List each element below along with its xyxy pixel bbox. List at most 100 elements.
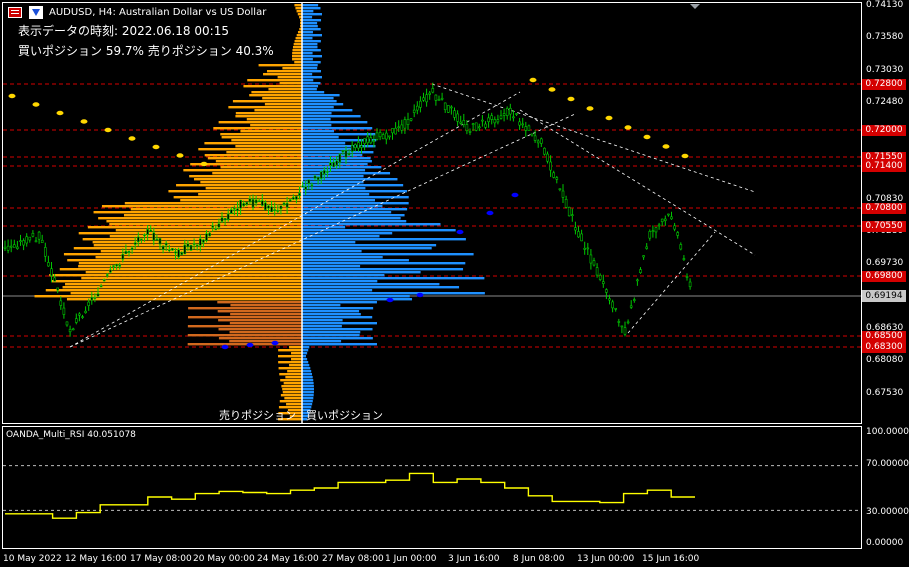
sell-profile-bar [279,82,302,85]
candle-body [471,123,475,126]
buy-profile-bar [302,229,456,232]
candle-body [521,123,525,126]
buy-profile-bar [302,121,368,124]
sell-profile-bar [194,178,302,181]
candle-body [121,254,125,260]
buy-profile-bar [302,166,382,169]
buy-profile-bar [302,52,313,55]
sell-profile-bar [198,193,302,196]
buy-profile-bar [302,223,441,226]
time-axis-label: 10 May 2022 [3,554,62,564]
candle-body [608,298,611,301]
time-axis-label: 15 Jun 16:00 [642,554,700,564]
candle-body [25,236,29,244]
buy-profile-bar [302,16,313,19]
candle-body [462,120,466,125]
candle-body [502,113,506,116]
buy-profile-bar [302,262,466,265]
candle-body [670,216,673,220]
sell-profile-bar [213,127,302,130]
grid-menu-icon[interactable] [8,7,22,18]
price-axis-label: 0.73580 [866,32,904,43]
sell-profile-bar [230,313,302,316]
sell-profile-bar [87,226,302,229]
buy-profile-bar [302,4,319,7]
rsi-axis-label: 30.00000 [866,507,909,517]
sell-profile-bar [296,34,302,37]
candle-body [663,218,667,221]
scroll-shift-icon[interactable] [690,4,700,9]
candle-body [369,137,373,144]
sell-profile-bar [189,175,302,178]
buy-profile-bar [302,112,332,115]
time-axis-label: 24 May 16:00 [257,554,319,564]
chart-canvas[interactable] [0,0,909,567]
sell-order-dot [586,106,594,111]
candle-body [682,258,686,260]
buy-profile-bar [302,340,342,343]
candle-body [487,117,490,123]
time-axis-label: 1 Jun 00:00 [385,554,437,564]
sell-profile-bar [295,37,302,40]
sell-profile-bar [220,166,302,169]
buy-order-dot [221,344,229,350]
candle-body [406,119,410,125]
candle-body [143,234,146,237]
candle-body [428,92,432,95]
sell-profile-bar [292,58,302,61]
candle-body [639,269,642,274]
buy-profile-bar [302,217,401,220]
sell-profile-bar [187,316,302,319]
buy-profile-bar [302,100,337,103]
time-axis-label: 20 May 00:00 [193,554,255,564]
sell-profile-bar [95,256,303,259]
buy-profile-bar [302,43,318,46]
sell-profile-bar [296,10,302,13]
buy-profile-bar [302,25,318,28]
sell-profile-bar [173,196,302,199]
buy-profile-bar [302,175,364,178]
candle-body [202,239,205,243]
sell-profile-bar [82,238,302,241]
sell-profile-bar [281,385,302,388]
buy-profile-bar [302,184,404,187]
sell-profile-bar [278,349,302,352]
symbol-title: AUDUSD, H4: Australian Dollar vs US Doll… [49,7,267,18]
candle-body [102,279,106,282]
sell-profile-bar [294,4,302,7]
candle-body [118,264,121,267]
candle-body [313,175,317,179]
buy-profile-bar [302,130,335,133]
sell-profile-bar [226,151,302,154]
buy-profile-bar [302,151,374,154]
buy-profile-bar [302,82,321,85]
candle-body [384,132,388,140]
sell-profile-bar [283,382,302,385]
candle-body [106,274,109,276]
candle-body [360,145,363,148]
candle-body [601,281,605,284]
candle-body [291,197,295,200]
buy-profile-bar [302,172,391,175]
sell-order-dot [176,153,184,158]
buy-profile-bar [302,391,314,394]
buy-profile-bar [302,46,318,49]
candle-body [372,140,376,142]
buy-profile-bar [302,199,375,202]
candle-body [533,135,537,141]
candle-body [648,231,652,239]
buy-profile-bar [302,304,341,307]
candle-body [546,153,549,162]
candle-body [564,198,568,208]
sell-order-dot [605,115,613,121]
buy-profile-bar [302,331,361,334]
candle-body [152,232,156,241]
candle-body [220,217,224,222]
candle-body [31,232,35,237]
candle-body [56,287,60,291]
sell-profile-bar [295,7,302,10]
sell-profile-bar [282,391,302,394]
sell-order-dot [662,144,670,149]
sell-profile-bar [176,184,302,187]
sell-profile-bar [280,379,302,382]
